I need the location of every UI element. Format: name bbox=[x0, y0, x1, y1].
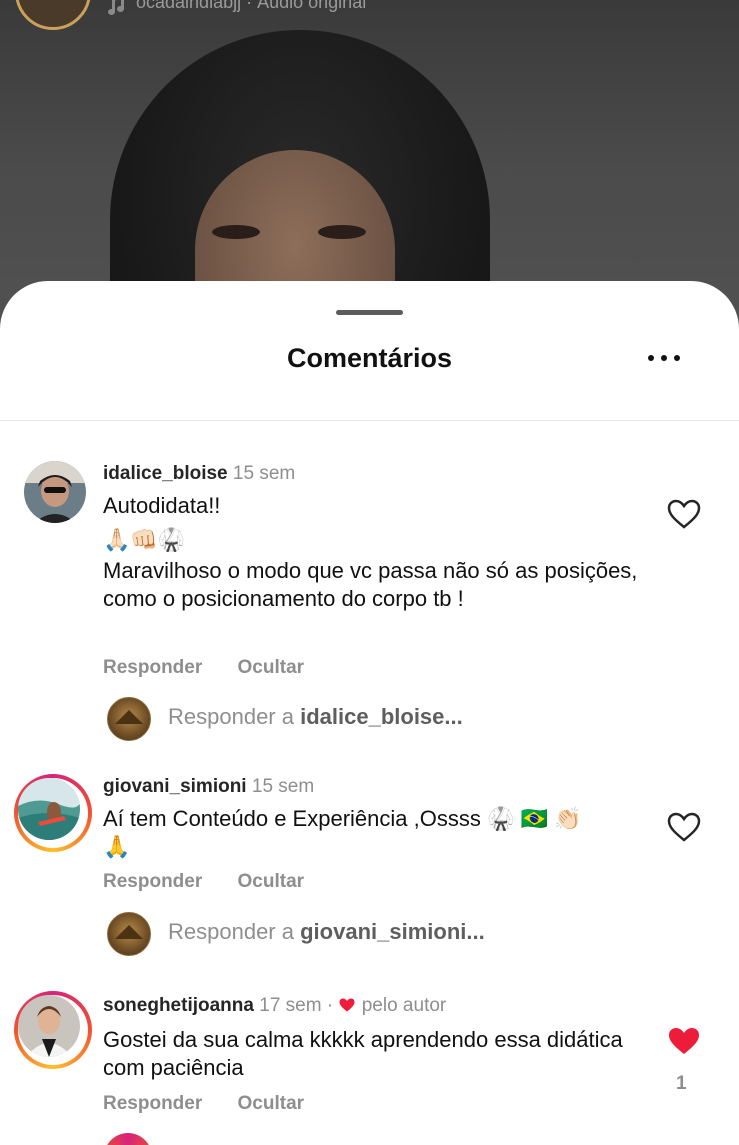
comment-text: Gostei da sua calma kkkkk aprendendo ess… bbox=[103, 1026, 643, 1081]
author-badge: pelo autor bbox=[361, 995, 447, 1016]
video-eye-left bbox=[212, 225, 260, 239]
video-eye-right bbox=[318, 225, 366, 239]
reply-prompt[interactable]: Responder a giovani_simioni... bbox=[0, 912, 739, 956]
comment-body: Gostei da sua calma kkkkk aprendendo ess… bbox=[103, 1027, 623, 1080]
comment-text: Autodidata!! 🙏🏻👊🏻🥋 Maravilhoso o modo qu… bbox=[103, 492, 643, 612]
reply-prompt-prefix: Responder a bbox=[168, 704, 294, 729]
heart-icon[interactable] bbox=[666, 811, 702, 843]
heart-filled-icon[interactable] bbox=[666, 1025, 702, 1057]
comment-line: Autodidata!! bbox=[103, 493, 221, 518]
comment-meta: idalice_bloise 15 sem bbox=[103, 463, 295, 485]
comment-emoji: 🙏🏻👊🏻🥋 bbox=[103, 526, 186, 552]
hide-button[interactable]: Ocultar bbox=[238, 657, 305, 678]
comment-actions: Responder Ocultar bbox=[103, 871, 334, 893]
sheet-drag-handle[interactable] bbox=[336, 310, 403, 315]
reply-button[interactable]: Responder bbox=[103, 657, 202, 678]
separator-dot: · bbox=[246, 0, 253, 12]
comment-meta: giovani_simioni 15 sem bbox=[103, 776, 314, 798]
header-divider bbox=[0, 420, 739, 421]
current-user-avatar bbox=[107, 912, 151, 956]
hide-button[interactable]: Ocultar bbox=[238, 871, 305, 892]
comment-time: 17 sem bbox=[259, 995, 322, 1016]
avatar[interactable] bbox=[14, 991, 92, 1069]
current-user-avatar bbox=[107, 697, 151, 741]
avatar[interactable] bbox=[14, 774, 92, 852]
user-photo-icon bbox=[18, 778, 80, 840]
like-count: 1 bbox=[676, 1073, 687, 1094]
user-photo-icon bbox=[18, 995, 80, 1057]
comment-time: 15 sem bbox=[232, 463, 296, 484]
reply-prompt-prefix: Responder a bbox=[168, 919, 294, 944]
comment-meta: soneghetijoanna 17 sem · pelo autor bbox=[103, 995, 446, 1017]
comment-emoji: 🙏 bbox=[103, 833, 131, 859]
avatar[interactable] bbox=[24, 461, 86, 523]
heart-filled-icon bbox=[339, 998, 355, 1012]
creator-avatar[interactable] bbox=[15, 0, 91, 30]
heart-icon[interactable] bbox=[666, 498, 702, 530]
creator-username[interactable]: ocadaindiabjj bbox=[136, 0, 241, 12]
audio-label[interactable]: Áudio original bbox=[257, 0, 366, 12]
reply-prompt-user: idalice_bloise... bbox=[300, 704, 463, 729]
comment-actions: Responder Ocultar bbox=[103, 657, 334, 679]
comment-actions: Responder Ocultar bbox=[103, 1093, 334, 1115]
comment-username[interactable]: idalice_bloise bbox=[103, 463, 228, 484]
video-audio-bar[interactable]: ocadaindiabjj · Áudio original bbox=[0, 0, 739, 30]
comment-body: Aí tem Conteúdo e Experiência ,Ossss 🥋 🇧… bbox=[103, 806, 582, 831]
comment-time: 15 sem bbox=[251, 776, 315, 797]
separator-dot: · bbox=[326, 995, 334, 1016]
hide-button[interactable]: Ocultar bbox=[238, 1093, 305, 1114]
music-note-icon bbox=[108, 0, 124, 15]
comment-body: Maravilhoso o modo que vc passa não só a… bbox=[103, 558, 638, 611]
comment-username[interactable]: giovani_simioni bbox=[103, 776, 247, 797]
reply-button[interactable]: Responder bbox=[103, 1093, 202, 1114]
reply-button[interactable]: Responder bbox=[103, 871, 202, 892]
comment-username[interactable]: soneghetijoanna bbox=[103, 995, 254, 1016]
reply-prompt[interactable]: Responder a idalice_bloise... bbox=[0, 697, 739, 741]
comment-text: Aí tem Conteúdo e Experiência ,Ossss 🥋 🇧… bbox=[103, 805, 643, 860]
reply-prompt-user: giovani_simioni... bbox=[300, 919, 485, 944]
user-photo-icon bbox=[24, 461, 86, 523]
next-comment-peek bbox=[104, 1133, 152, 1145]
more-options-icon[interactable] bbox=[644, 348, 684, 368]
sheet-title: Comentários bbox=[286, 343, 453, 373]
